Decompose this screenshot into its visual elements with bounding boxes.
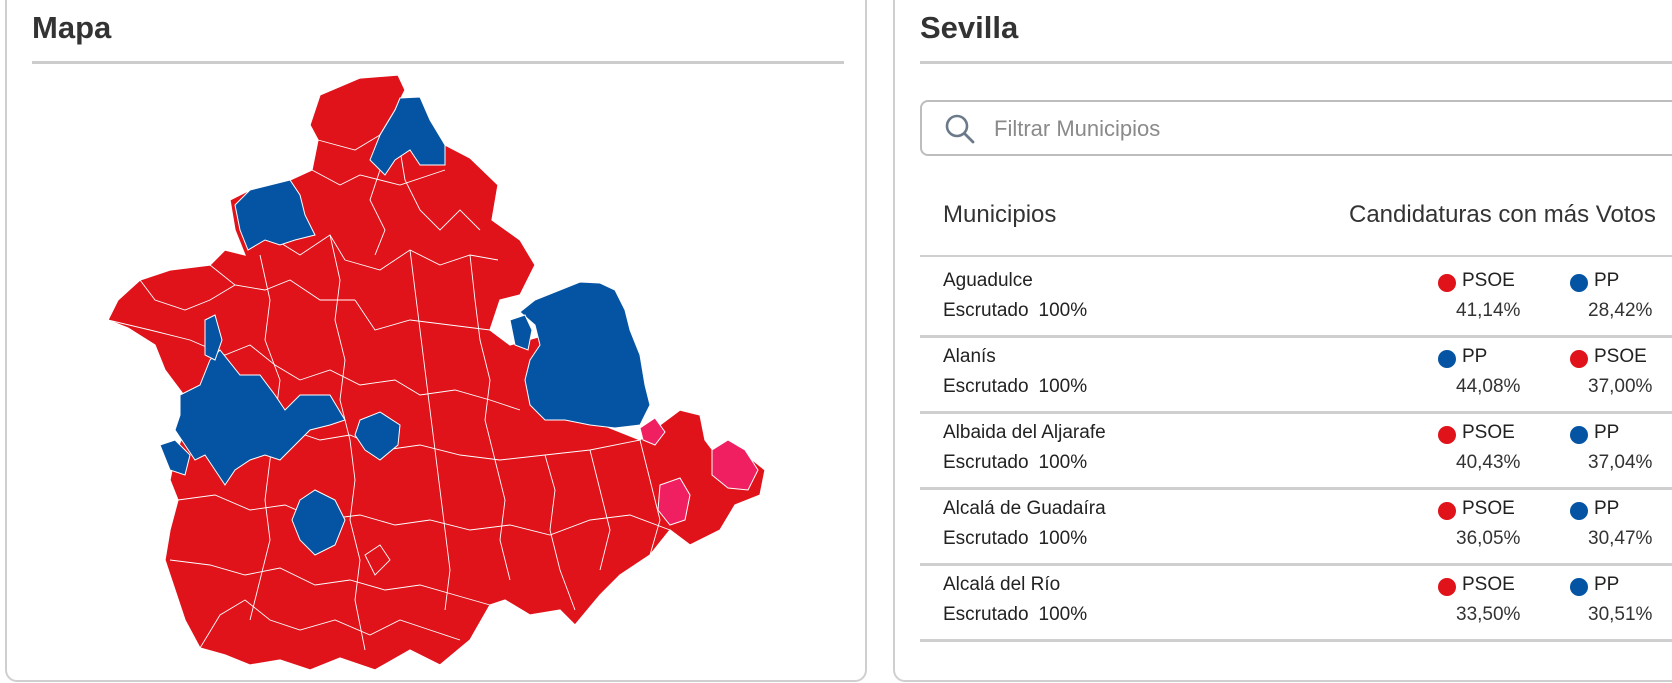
municipality-name[interactable]: Albaida del Aljarafe [943,422,1106,444]
municipality-search[interactable] [920,100,1672,156]
party-name: PSOE [1594,346,1647,367]
table-row[interactable]: Alcalá de Guadaíra Escrutado 100% PSOE 36… [920,485,1672,566]
party-name: PSOE [1462,270,1515,291]
party-color-dot [1438,274,1456,292]
vote-share: 30,47% [1588,528,1653,549]
second-candidacy: PP 37,04% [1570,422,1672,482]
scrutiny-label: Escrutado [943,528,1029,549]
search-input[interactable] [992,110,1596,148]
municipality-name[interactable]: Alcalá del Río [943,574,1060,596]
first-candidacy: PSOE 33,50% [1438,574,1548,634]
province-title: Sevilla [920,10,1019,45]
first-candidacy: PSOE 41,14% [1438,270,1548,330]
scrutiny-status: Escrutado 100% [943,376,1087,398]
scrutiny-percent: 100% [1038,452,1088,473]
scrutiny-percent: 100% [1038,604,1088,625]
party-name: PP [1594,498,1620,519]
scrutiny-percent: 100% [1038,376,1088,397]
second-candidacy: PP 30,51% [1570,574,1672,634]
scrutiny-status: Escrutado 100% [943,452,1087,474]
second-candidacy: PP 30,47% [1570,498,1672,558]
search-icon[interactable] [944,113,976,145]
scrutiny-label: Escrutado [943,376,1029,397]
party-name: PSOE [1462,574,1515,595]
vote-share: 37,00% [1588,376,1653,397]
party-color-dot [1570,578,1588,596]
first-candidacy: PSOE 36,05% [1438,498,1548,558]
municipality-name[interactable]: Alcalá de Guadaíra [943,498,1106,520]
party-name: PSOE [1462,498,1515,519]
vote-share: 36,05% [1456,528,1521,549]
scrutiny-status: Escrutado 100% [943,300,1087,322]
party-color-dot [1570,502,1588,520]
results-panel: Sevilla Municipios Candidaturas con más … [893,0,1672,682]
vote-share: 28,42% [1588,300,1653,321]
first-candidacy: PP 44,08% [1438,346,1548,406]
scrutiny-status: Escrutado 100% [943,604,1087,626]
column-header-municipios[interactable]: Municipios [943,201,1056,229]
table-row[interactable]: Alanís Escrutado 100% PP 44,08% PSOE 37,0… [920,333,1672,414]
scrutiny-percent: 100% [1038,528,1088,549]
vote-share: 41,14% [1456,300,1521,321]
vote-share: 30,51% [1588,604,1653,625]
party-color-dot [1438,350,1456,368]
first-candidacy: PSOE 40,43% [1438,422,1548,482]
party-color-dot [1570,274,1588,292]
municipality-east[interactable] [519,281,651,429]
party-color-dot [1438,426,1456,444]
table-row[interactable]: Aguadulce Escrutado 100% PSOE 41,14% PP 2… [920,257,1672,338]
table-row[interactable]: Albaida del Aljarafe Escrutado 100% PSOE … [920,409,1672,490]
scrutiny-percent: 100% [1038,300,1088,321]
party-color-dot [1570,426,1588,444]
party-color-dot [1570,350,1588,368]
party-color-dot [1438,578,1456,596]
party-name: PP [1594,574,1620,595]
vote-share: 33,50% [1456,604,1521,625]
party-name: PP [1462,346,1488,367]
table-header: Municipios Candidaturas con más Votos [920,185,1672,257]
table-row[interactable]: Alcalá del Río Escrutado 100% PSOE 33,50%… [920,561,1672,642]
scrutiny-label: Escrutado [943,300,1029,321]
column-header-candidaturas[interactable]: Candidaturas con más Votos [1349,201,1656,229]
municipality-name[interactable]: Alanís [943,346,996,368]
second-candidacy: PSOE 37,00% [1570,346,1672,406]
party-name: PP [1594,422,1620,443]
party-color-dot [1438,502,1456,520]
municipality-name[interactable]: Aguadulce [943,270,1033,292]
second-candidacy: PP 28,42% [1570,270,1672,330]
scrutiny-status: Escrutado 100% [943,528,1087,550]
province-title-divider [920,61,1672,64]
party-name: PSOE [1462,422,1515,443]
scrutiny-label: Escrutado [943,604,1029,625]
scrutiny-label: Escrutado [943,452,1029,473]
party-name: PP [1594,270,1620,291]
sevilla-municipal-map[interactable] [0,0,870,683]
vote-share: 40,43% [1456,452,1521,473]
vote-share: 37,04% [1588,452,1653,473]
vote-share: 44,08% [1456,376,1521,397]
